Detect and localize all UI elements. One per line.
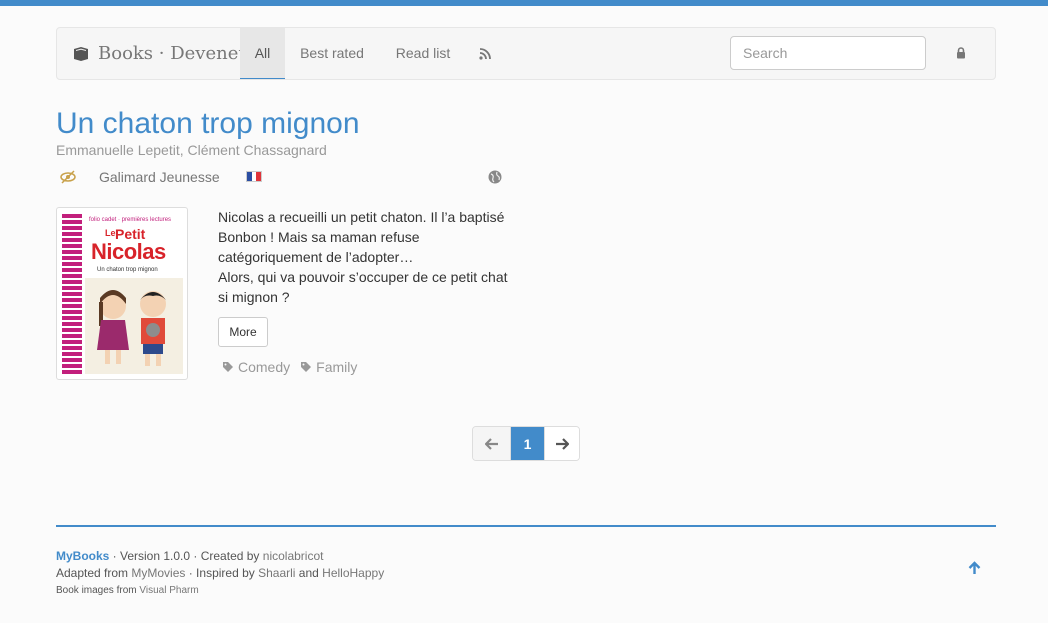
arrow-right-icon xyxy=(556,437,569,450)
description-paragraph-2: Alors, qui va pouvoir s’occuper de ce pe… xyxy=(218,269,508,305)
tag-family[interactable]: Family xyxy=(300,359,357,375)
search-input[interactable] xyxy=(730,36,926,70)
cover-series-text: folio cadet · premières lectures xyxy=(89,217,172,223)
cover-le: Le xyxy=(105,228,116,238)
cover-nicolas: Nicolas xyxy=(91,239,166,264)
tag-label: Family xyxy=(316,359,358,375)
footer-line-3: Book images from Visual Pharm xyxy=(56,582,384,599)
footer-shaarli-link[interactable]: Shaarli xyxy=(258,566,295,580)
footer-brand-link[interactable]: MyBooks xyxy=(56,549,109,563)
next-page-button[interactable] xyxy=(544,427,579,460)
book-publisher: Galimard Jeunesse xyxy=(99,169,220,185)
book-authors: Emmanuelle Lepetit, Clément Chassagnard xyxy=(56,142,327,158)
brand-title: Books · Devenet xyxy=(98,43,246,64)
footer-line-2: Adapted from MyMovies · Inspired by Shaa… xyxy=(56,565,384,582)
book-title[interactable]: Un chaton trop mignon xyxy=(56,107,360,141)
book-cover[interactable]: folio cadet · premières lectures Le Peti… xyxy=(56,207,188,380)
footer-images: Book images from xyxy=(56,585,140,596)
navbar: Books · Devenet All Best rated Read list xyxy=(56,27,996,80)
read-status-icon[interactable] xyxy=(60,170,76,184)
cover-stripes xyxy=(62,214,82,374)
prev-page-button[interactable] xyxy=(473,427,511,460)
description-paragraph-1: Nicolas a recueilli un petit chaton. Il … xyxy=(218,209,505,265)
rss-link[interactable] xyxy=(472,28,498,79)
more-button[interactable]: More xyxy=(218,317,268,347)
arrow-left-icon xyxy=(484,437,498,450)
login-link[interactable] xyxy=(954,45,968,61)
brand-link[interactable]: Books · Devenet xyxy=(72,28,246,79)
nav-tab-all[interactable]: All xyxy=(240,28,285,79)
footer-visualpharm-link[interactable]: Visual Pharm xyxy=(139,585,198,596)
footer-divider xyxy=(56,525,996,527)
tag-icon xyxy=(223,362,233,372)
tag-label: Comedy xyxy=(238,359,291,375)
cover-illustration xyxy=(85,278,183,374)
footer-hellohappy-link[interactable]: HelloHappy xyxy=(322,566,384,580)
cover-subtitle: Un chaton trop mignon xyxy=(97,267,158,273)
nav-tab-read-list[interactable]: Read list xyxy=(390,28,456,79)
book-description: Nicolas a recueilli un petit chaton. Il … xyxy=(218,207,518,307)
tag-icon xyxy=(301,362,312,372)
footer-inspired: · Inspired by xyxy=(185,566,259,580)
top-accent-bar xyxy=(0,0,1048,6)
footer-and: and xyxy=(295,566,323,580)
footer-mymovies-link[interactable]: MyMovies xyxy=(131,566,185,580)
arrow-up-icon[interactable] xyxy=(968,561,981,575)
footer: MyBooks · Version 1.0.0 · Created by nic… xyxy=(56,548,384,599)
footer-version: · Version 1.0.0 · Created by xyxy=(109,549,263,563)
tag-list: Comedy Family xyxy=(222,359,357,375)
lock-icon xyxy=(957,47,965,59)
page-current[interactable]: 1 xyxy=(511,427,544,460)
footer-adapted: Adapted from xyxy=(56,566,132,580)
footer-line-1: MyBooks · Version 1.0.0 · Created by nic… xyxy=(56,548,384,565)
rss-icon xyxy=(479,47,491,60)
globe-icon[interactable] xyxy=(488,170,502,184)
footer-author-link[interactable]: nicolabricot xyxy=(263,549,324,563)
tag-comedy[interactable]: Comedy xyxy=(222,359,290,375)
fr-flag-icon xyxy=(246,171,262,182)
pagination: 1 xyxy=(472,426,580,461)
book-icon xyxy=(74,46,88,61)
nav-tab-best-rated[interactable]: Best rated xyxy=(295,28,369,79)
